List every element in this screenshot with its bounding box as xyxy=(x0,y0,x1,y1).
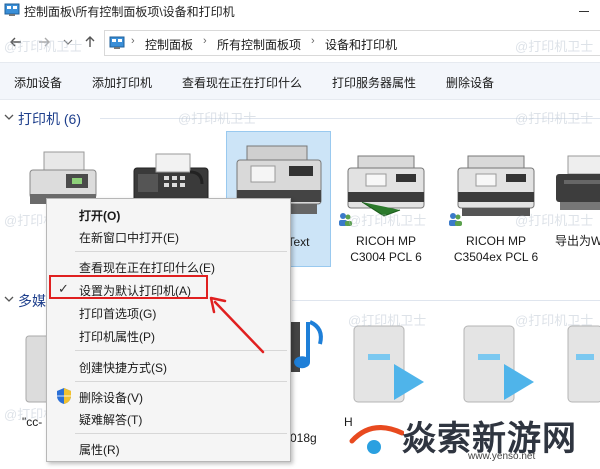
media-server-icon xyxy=(353,325,424,403)
breadcrumb-separator-icon: › xyxy=(311,35,315,47)
printer-item[interactable]: RICOH MP C3004 PCL 6 xyxy=(336,140,436,264)
menu-separator xyxy=(75,381,287,382)
printer-icon xyxy=(556,155,600,210)
menu-item-label: 疑难解答(T) xyxy=(79,413,143,427)
remove-device-button[interactable]: 删除设备 xyxy=(446,74,494,91)
logo-swoosh-icon xyxy=(349,425,404,454)
media-device-item[interactable]: 018g xyxy=(288,318,340,445)
printer-label: 导出为W xyxy=(555,234,600,248)
uac-shield-icon xyxy=(57,388,71,404)
group-divider xyxy=(292,300,600,301)
music-note-icon xyxy=(290,320,323,372)
printer-label-line2: C3004 PCL 6 xyxy=(350,250,422,264)
printers-group-header[interactable]: 打印机 (6) xyxy=(0,108,600,128)
menu-separator xyxy=(75,251,287,252)
recent-locations-chevron-icon[interactable] xyxy=(60,34,76,50)
printer-label: RICOH MP xyxy=(356,234,416,248)
menu-item-troubleshoot[interactable]: 疑难解答(T) xyxy=(47,407,290,429)
menu-item-label: 在新窗口中打开(E) xyxy=(79,231,179,245)
group-divider xyxy=(100,118,600,119)
print-server-properties-button[interactable]: 打印服务器属性 xyxy=(332,74,416,91)
printer-label: RICOH MP xyxy=(466,234,526,248)
printer-label-line2: C3504ex PCL 6 xyxy=(453,250,539,264)
media-server-icon xyxy=(567,325,600,403)
ricoh-printer-icon xyxy=(347,155,425,217)
explorer-window: 控制面板\所有控制面板项\设备和打印机 › 控制面板 › 所有控制面板项 › 设… xyxy=(0,0,600,469)
navigation-bar: › 控制面板 › 所有控制面板项 › 设备和打印机 xyxy=(0,26,600,60)
menu-item-label: 打印机属性(P) xyxy=(79,330,155,344)
menu-separator xyxy=(75,433,287,434)
site-logo: 焱索新游网 www.yenso.net xyxy=(348,409,598,467)
ricoh-printer-icon xyxy=(457,155,535,216)
menu-item-label: 查看现在正在打印什么(E) xyxy=(79,261,215,275)
shared-users-icon xyxy=(449,213,462,226)
menu-item-open-new-window[interactable]: 在新窗口中打开(E) xyxy=(47,225,290,247)
window-title: 控制面板\所有控制面板项\设备和打印机 xyxy=(24,5,235,19)
collapse-chevron-icon[interactable] xyxy=(4,294,14,304)
menu-item-label: 创建快捷方式(S) xyxy=(79,361,167,375)
breadcrumb-separator-icon: › xyxy=(131,35,135,47)
minimize-icon xyxy=(579,11,589,12)
back-arrow-icon[interactable] xyxy=(8,34,24,50)
menu-item-label: 打开(O) xyxy=(79,209,121,223)
command-bar: 添加设备 添加打印机 查看现在正在打印什么 打印服务器属性 删除设备 xyxy=(0,62,600,100)
multimedia-group-title: 多媒 xyxy=(18,293,46,309)
see-printing-button[interactable]: 查看现在正在打印什么 xyxy=(182,74,302,91)
menu-item-open[interactable]: 打开(O) xyxy=(47,203,290,225)
address-bar[interactable]: › 控制面板 › 所有控制面板项 › 设备和打印机 xyxy=(104,30,600,56)
menu-item-label: 打印首选项(G) xyxy=(79,307,157,321)
breadcrumb-separator-icon: › xyxy=(203,35,207,47)
media-server-icon xyxy=(463,325,534,403)
menu-item-properties[interactable]: 属性(R) xyxy=(47,437,290,459)
menu-item-remove-device[interactable]: 删除设备(V) xyxy=(47,385,290,407)
minimize-button[interactable] xyxy=(567,0,600,22)
menu-item-label: 属性(R) xyxy=(79,443,120,457)
logo-url: www.yenso.net xyxy=(468,451,536,462)
control-panel-icon xyxy=(4,3,20,16)
breadcrumb-devices-printers[interactable]: 设备和打印机 xyxy=(325,36,397,53)
printer-item[interactable]: RICOH MP C3504ex PCL 6 xyxy=(446,140,546,264)
forward-arrow-icon[interactable] xyxy=(36,34,52,50)
control-panel-icon xyxy=(109,36,125,49)
printer-item[interactable]: 导出为W xyxy=(552,140,600,260)
media-device-label: 018g xyxy=(290,431,317,445)
breadcrumb-all-items[interactable]: 所有控制面板项 xyxy=(217,36,301,53)
title-bar: 控制面板\所有控制面板项\设备和打印机 xyxy=(0,0,600,22)
menu-item-label: 删除设备(V) xyxy=(79,391,143,405)
annotation-highlight-box xyxy=(49,275,208,299)
add-printer-button[interactable]: 添加打印机 xyxy=(92,74,152,91)
add-device-button[interactable]: 添加设备 xyxy=(14,74,62,91)
menu-item-see-printing[interactable]: 查看现在正在打印什么(E) xyxy=(47,255,290,277)
shared-users-icon xyxy=(339,213,352,226)
breadcrumb-control-panel[interactable]: 控制面板 xyxy=(145,36,193,53)
media-device-item[interactable]: "cc- xyxy=(10,318,54,429)
printers-group-title: 打印机 (6) xyxy=(18,111,81,127)
up-arrow-icon[interactable] xyxy=(82,34,98,50)
collapse-chevron-icon[interactable] xyxy=(4,112,14,122)
annotation-arrow-icon xyxy=(209,296,265,354)
